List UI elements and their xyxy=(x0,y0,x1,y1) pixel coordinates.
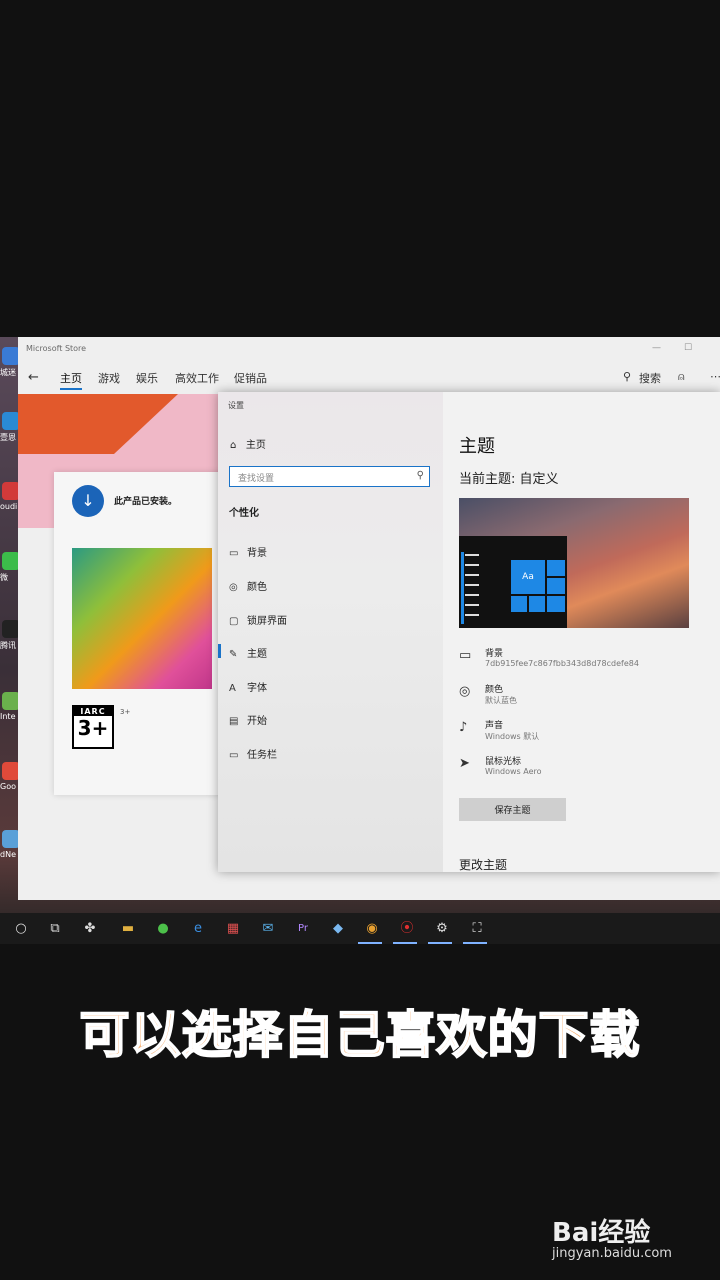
start-icon: ▤ xyxy=(229,716,239,727)
nav-home[interactable]: 主页 xyxy=(60,370,82,386)
settings-window-title: 设置 xyxy=(228,401,244,410)
palette-icon: ◎ xyxy=(459,684,471,699)
product-card: ↓ 此产品已安装。 IARC 3+ 3+ xyxy=(54,472,224,795)
chrome-icon[interactable]: ◉ xyxy=(362,919,382,939)
baidu-logo: Bai经验 xyxy=(552,1218,651,1248)
lockscreen-icon: ▢ xyxy=(229,616,239,627)
video-caption: 可以选择自己喜欢的下载 xyxy=(79,1005,641,1065)
palette-icon: ◎ xyxy=(229,582,238,593)
nav-games[interactable]: 游戏 xyxy=(98,370,120,386)
settings-main: 主题 当前主题: 自定义 Aa ▭ 背景 7db915fee7c867fbb34… xyxy=(443,392,720,872)
sidebar-item-colors[interactable]: ◎ 颜色 xyxy=(229,578,267,596)
save-theme-button[interactable]: 保存主题 xyxy=(459,798,566,821)
settings-window: 设置 ⌂ 主页 查找设置 ⚲ 个性化 ▭ 背景 ◎ 颜色 ▢ 锁屏界面 ✎ 主题 A 字体… xyxy=(218,392,720,872)
nav-deals[interactable]: 促销品 xyxy=(234,370,267,386)
font-icon: A xyxy=(229,683,236,694)
search-icon[interactable]: ⚲ xyxy=(623,370,631,383)
cursor-icon: ➤ xyxy=(459,756,470,771)
store-window-title: Microsoft Store xyxy=(26,344,87,353)
nav-entertainment[interactable]: 娱乐 xyxy=(136,370,158,386)
section-title: 个性化 xyxy=(229,508,259,519)
settings-icon[interactable]: ⚙ xyxy=(432,919,452,939)
sidebar-item-taskbar[interactable]: ▭ 任务栏 xyxy=(229,746,277,764)
record-icon[interactable]: ⦿ xyxy=(397,919,417,939)
task-view-icon[interactable]: ⧉ xyxy=(45,919,65,939)
explorer-icon[interactable]: ▬ xyxy=(118,919,138,939)
sidebar-home[interactable]: ⌂ 主页 xyxy=(230,436,266,451)
premiere-icon[interactable]: Pr xyxy=(293,919,313,939)
sidebar-item-themes[interactable]: ✎ 主题 xyxy=(229,645,267,663)
minimize-icon[interactable]: — xyxy=(652,343,661,353)
nav-productivity[interactable]: 高效工作 xyxy=(175,370,219,386)
store-icon[interactable]: ⛶ xyxy=(467,919,487,939)
watermark-url: jingyan.baidu.com xyxy=(552,1246,672,1261)
installed-status: 此产品已安装。 xyxy=(114,497,178,507)
product-image[interactable] xyxy=(72,548,212,689)
download-icon: ↓ xyxy=(72,485,104,517)
taskbar-icon: ▭ xyxy=(229,750,239,761)
sidebar-home-label: 主页 xyxy=(245,440,266,451)
store-nav: ← 主页 游戏 娱乐 高效工作 促销品 ⚲ 搜索 ⍝ ⋯ xyxy=(18,363,720,393)
sidebar-item-fonts[interactable]: A 字体 xyxy=(229,679,267,697)
rating-text: 3+ xyxy=(120,708,131,716)
home-icon: ⌂ xyxy=(230,440,237,451)
maximize-icon[interactable]: ☐ xyxy=(684,343,692,353)
edge-icon[interactable]: e xyxy=(188,919,208,939)
wechat-icon[interactable]: ● xyxy=(153,919,173,939)
mail-icon[interactable]: ✉ xyxy=(258,919,278,939)
search-label[interactable]: 搜索 xyxy=(639,370,661,386)
preview-tile: Aa xyxy=(511,560,545,594)
page-title: 主题 xyxy=(459,436,495,457)
search-icon[interactable]: ⚲ xyxy=(417,470,424,481)
back-arrow-icon[interactable]: ← xyxy=(28,370,39,385)
more-icon[interactable]: ⋯ xyxy=(710,370,720,383)
current-theme: 当前主题: 自定义 xyxy=(459,472,559,487)
change-theme-heading: 更改主题 xyxy=(459,858,508,872)
settings-search-input[interactable]: 查找设置 ⚲ xyxy=(229,466,430,487)
image-icon: ▭ xyxy=(229,548,239,559)
settings-sidebar: 设置 ⌂ 主页 查找设置 ⚲ 个性化 ▭ 背景 ◎ 颜色 ▢ 锁屏界面 ✎ 主题 A 字体… xyxy=(218,392,443,872)
store-app-icon[interactable]: ▦ xyxy=(223,919,243,939)
sidebar-item-lockscreen[interactable]: ▢ 锁屏界面 xyxy=(229,612,287,630)
sidebar-item-background[interactable]: ▭ 背景 xyxy=(229,544,267,562)
active-indicator xyxy=(218,644,221,658)
account-icon[interactable]: ⍝ xyxy=(678,370,685,384)
cortana-icon[interactable]: ○ xyxy=(11,919,31,939)
iarc-rating-badge: IARC 3+ xyxy=(72,705,114,749)
app-icon[interactable]: ◆ xyxy=(328,919,348,939)
brush-icon: ✎ xyxy=(229,649,238,660)
image-icon: ▭ xyxy=(459,648,472,663)
pinwheel-icon[interactable]: ✤ xyxy=(80,919,100,939)
speaker-icon: ♪ xyxy=(459,720,468,735)
taskbar: ○ ⧉ ✤ ▬ ● e ▦ ✉ Pr ◆ ◉ ⦿ ⚙ ⛶ xyxy=(0,913,720,944)
theme-preview: Aa xyxy=(459,498,689,628)
nav-active-indicator xyxy=(60,388,82,390)
search-placeholder: 查找设置 xyxy=(238,474,275,484)
sidebar-item-start[interactable]: ▤ 开始 xyxy=(229,712,267,730)
